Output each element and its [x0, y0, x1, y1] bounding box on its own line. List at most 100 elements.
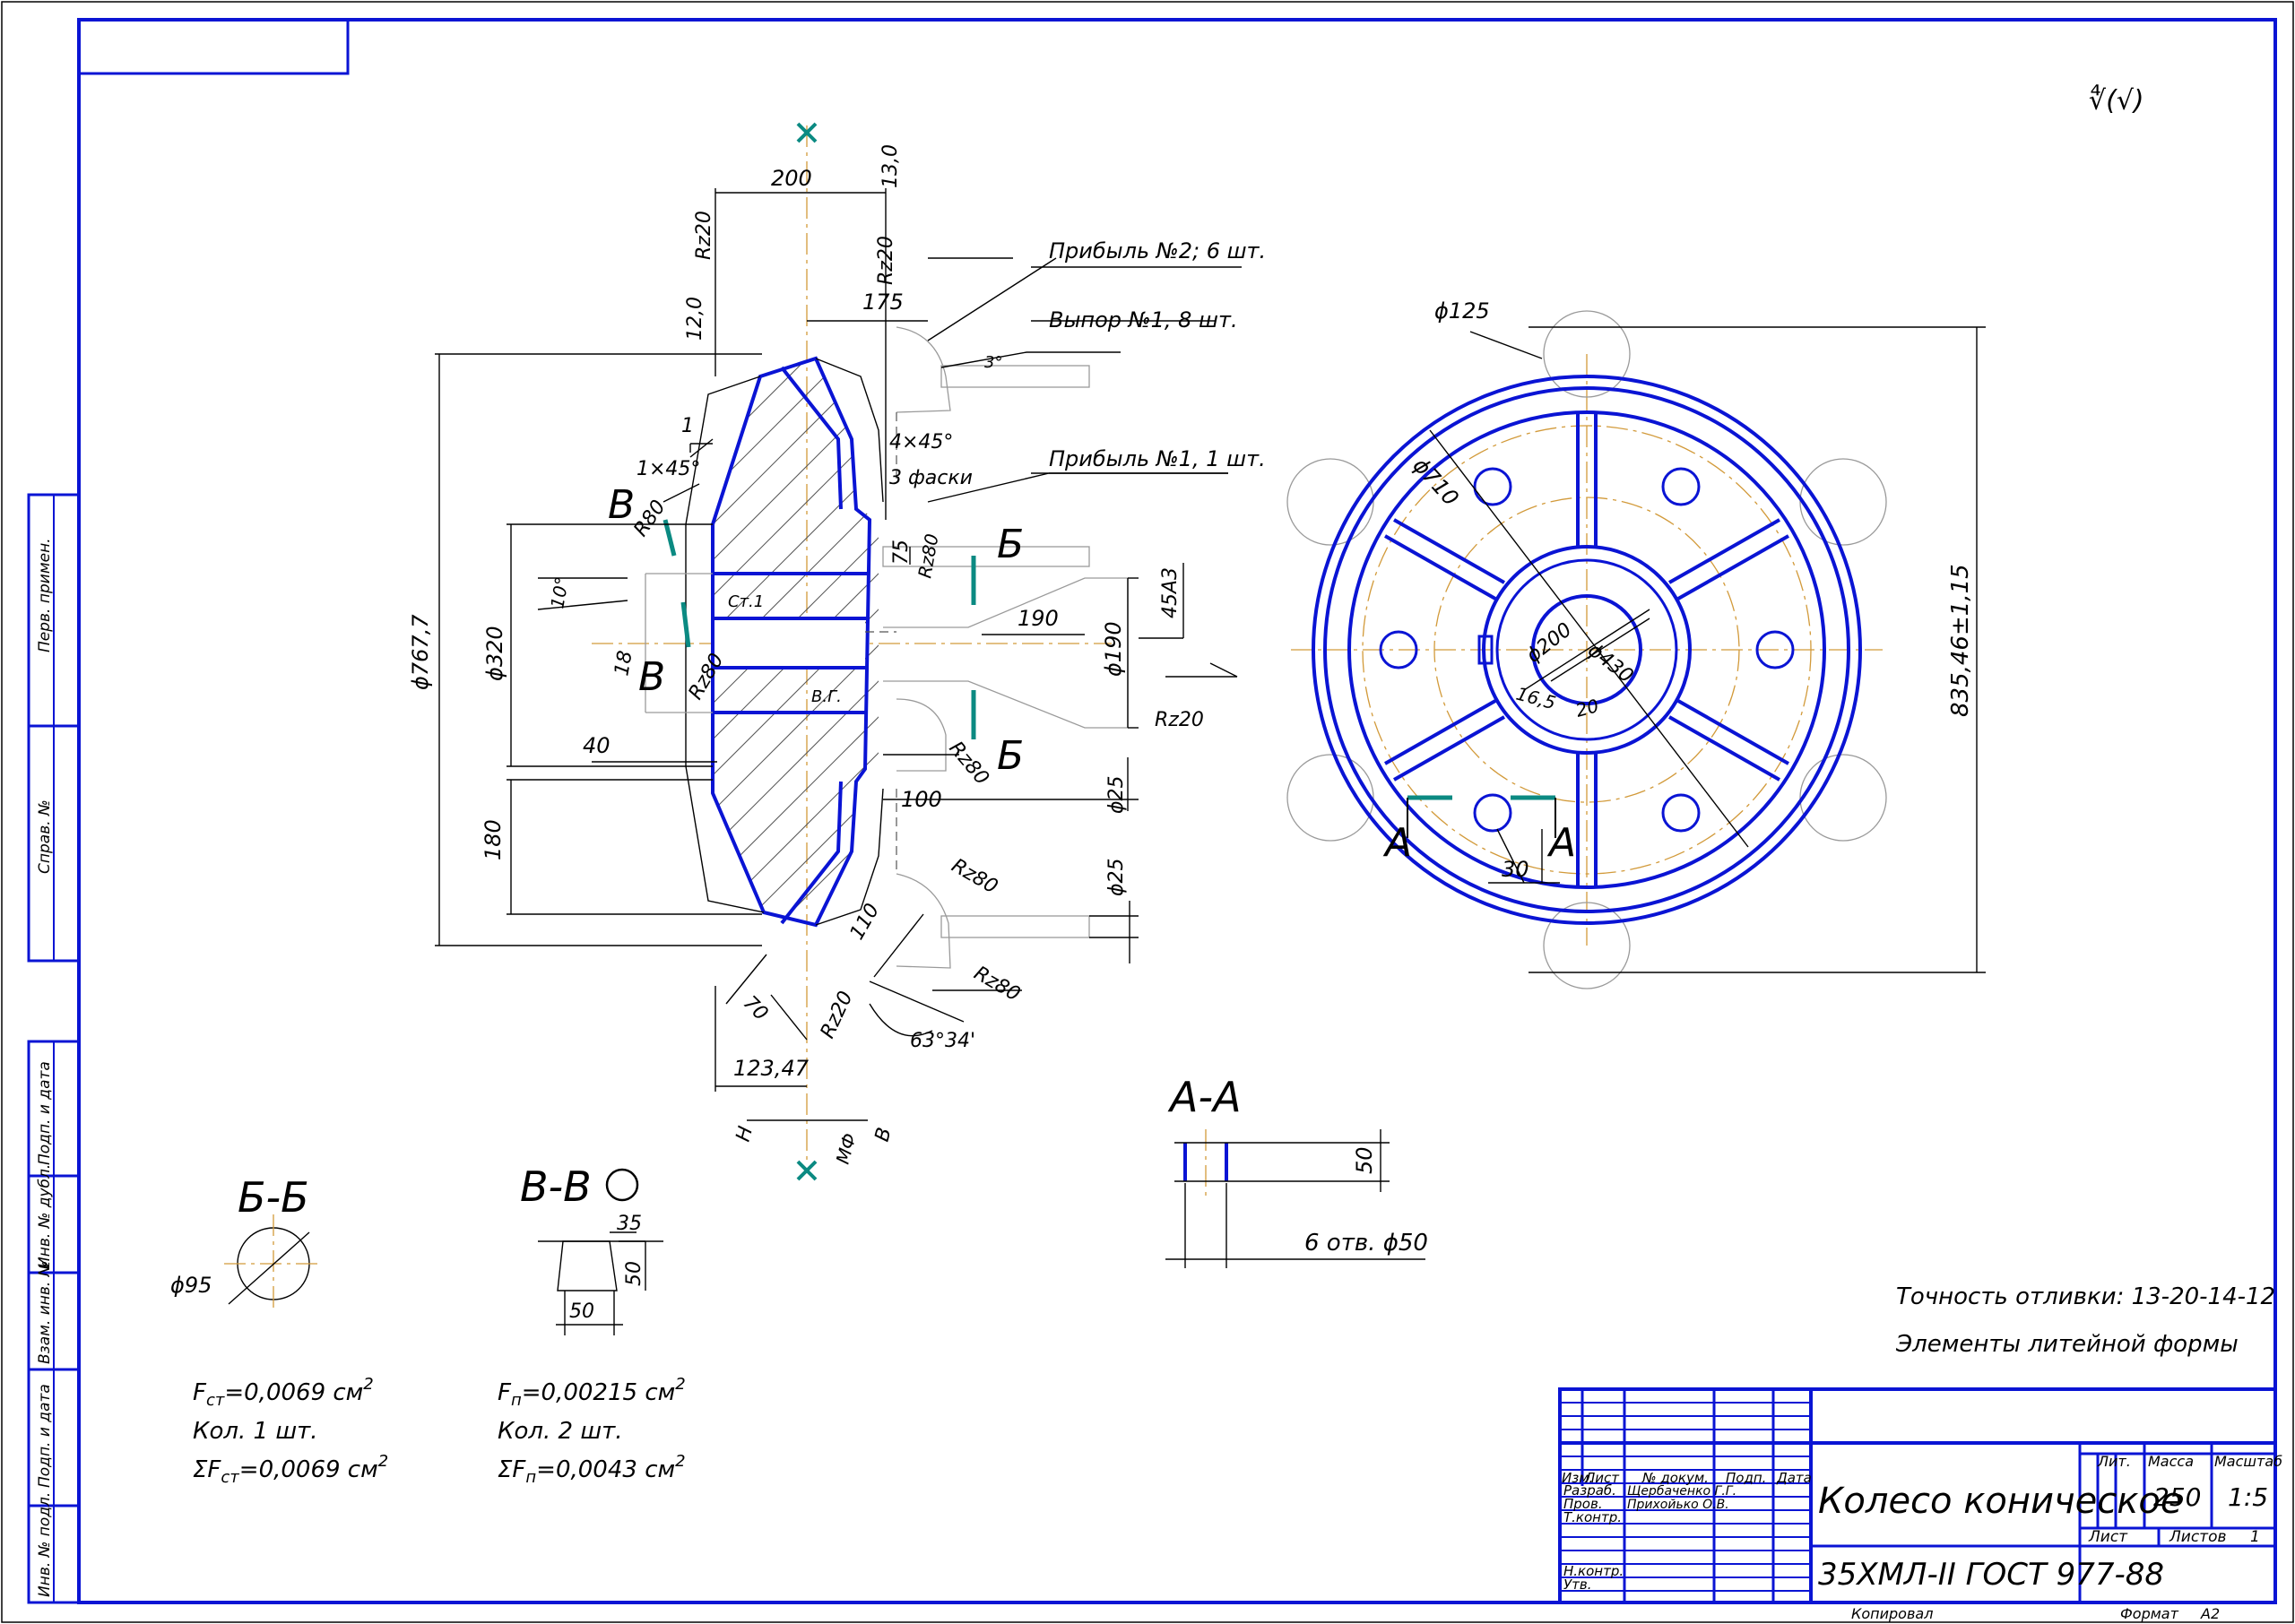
dim-rz80-left: Rz80: [685, 650, 729, 704]
dim-100: 100: [901, 787, 942, 812]
dim-overall: 835,46±1,15: [1947, 564, 1974, 717]
label-mf: МФ: [832, 1131, 861, 1167]
dim-10deg: 10°: [546, 575, 573, 610]
strip-label-7: Инв. № подл.: [36, 1492, 54, 1597]
dim-190: 190: [1018, 606, 1059, 631]
cut-letter-a-left: А: [1382, 820, 1412, 866]
dim-40: 40: [583, 733, 611, 758]
cut-letter-v-top: В: [608, 482, 635, 528]
dim-rz20-c: Rz20: [1155, 709, 1204, 731]
dim-30: 30: [1502, 857, 1529, 882]
section-view: Б Б В В 200 13,0 Rz20 Rz20 12,0 175 1 1×…: [408, 122, 1266, 1181]
dim-rz80-top: Rz80: [914, 532, 942, 580]
section-aa-holes: 6 отв. ϕ50: [1304, 1230, 1428, 1257]
casting-drawing: Перв. примен. Справ. № Подп. и дата Инв.…: [1, 1, 2294, 1623]
strip-label-3: Подп. и дата: [36, 1061, 54, 1165]
dim-dia-25-b: ϕ25: [1105, 858, 1128, 896]
dim-1: 1: [681, 415, 694, 437]
cut-letter-v-bottom: В: [638, 654, 665, 700]
section-vv-area: Fп=0,00215 см2: [498, 1375, 686, 1410]
left-strip: Перв. примен. Справ. № Подп. и дата Инв.…: [27, 493, 81, 1604]
section-vv-qty: Кол. 2 шт.: [498, 1418, 623, 1445]
tb-format-value: А2: [2200, 1605, 2220, 1622]
dim-r80: R80: [629, 497, 670, 541]
dim-chamfer-4: 4×45°: [889, 431, 953, 454]
tb-role-approved: Утв.: [1563, 1576, 1592, 1593]
section-aa: А-А 50 6 отв. ϕ50: [1165, 1073, 1428, 1268]
dim-rz80-mid: Rz80: [944, 738, 992, 790]
label-riser-1: Прибыль №1, 1 шт.: [1049, 446, 1266, 471]
dim-dia-200: ϕ200: [1522, 618, 1576, 667]
section-bb-title: Б-Б: [238, 1173, 309, 1222]
tb-lit-label: Лит.: [2097, 1453, 2131, 1470]
svg-text:Fст=0,0069 см2: Fст=0,0069 см2: [193, 1375, 374, 1410]
label-vg: В.Г.: [811, 687, 842, 706]
letter-n: Н: [732, 1124, 758, 1144]
section-vv: В-В 35 50 50 Fп=0,00215 см2 Кол. 2 шт. Σ…: [498, 1162, 686, 1487]
tb-name-checker: Прихойько О.В.: [1627, 1498, 1729, 1512]
tb-sheets-label: Листов: [2169, 1528, 2227, 1546]
dim-rz80-lower: Rz80: [948, 855, 1001, 899]
dim-rz20-d: Rz20: [817, 988, 858, 1041]
section-vv-35: 35: [617, 1213, 642, 1235]
section-vv-sum: ΣFп=0,0043 см2: [498, 1452, 686, 1487]
dim-200: 200: [771, 166, 812, 191]
dim-rz20-a: Rz20: [693, 211, 715, 260]
note-casting-accuracy: Точность отливки: 13-20-14-12: [1896, 1283, 2275, 1310]
svg-text:ΣFп=0,0043 см2: ΣFп=0,0043 см2: [498, 1452, 686, 1487]
cut-letter-b-bottom: Б: [997, 733, 1024, 779]
tb-material: 35ХМЛ-II ГОСТ 977-88: [1818, 1557, 2164, 1593]
tb-part-title: Колесо коническое: [1818, 1481, 2182, 1522]
tb-name-developer: Щербаченко Г.Г.: [1627, 1484, 1736, 1499]
strip-label-4: Инв. № дубл.: [36, 1164, 54, 1268]
title-block: Изм. Лист № докум. Подп. Дата Разраб. Ще…: [1558, 1387, 2282, 1622]
label-st1: Ст.1: [728, 592, 764, 611]
plan-view: А А ϕ125 ϕ710 ϕ200 ϕ430 16,5 20 30 835,4…: [1286, 298, 1986, 989]
dim-180: 180: [481, 819, 506, 860]
tb-copied-label: Копировал: [1851, 1605, 1933, 1622]
tb-header-date: Дата: [1776, 1470, 1812, 1486]
tb-role-tcontrol: Т.контр.: [1563, 1509, 1622, 1525]
dim-chamfer-1: 1×45°: [637, 458, 700, 480]
dim-angle-63: 63°34': [910, 1030, 975, 1052]
cut-letter-a-right: А: [1546, 820, 1576, 866]
dim-rz80-bottom: Rz80: [970, 963, 1024, 1006]
section-bb: Б-Б ϕ95 Fст=0,0069 см2 Кол. 1 шт. ΣFст=0…: [170, 1173, 388, 1487]
tb-mass-label: Масса: [2148, 1453, 2194, 1470]
strip-label-2: Справ. №: [36, 799, 54, 874]
dim-dia-125: ϕ125: [1434, 298, 1490, 324]
tb-sheet-label: Лист: [2088, 1528, 2128, 1546]
dim-dia-320: ϕ320: [482, 626, 507, 681]
section-vv-50-side: 50: [623, 1261, 645, 1286]
dim-123-47: 123,47: [733, 1056, 810, 1081]
section-bb-area: Fст=0,0069 см2: [193, 1375, 374, 1410]
svg-text:ΣFст=0,0069 см2: ΣFст=0,0069 см2: [193, 1452, 388, 1487]
dim-45a3: 45А3: [1159, 567, 1182, 618]
dim-110: 110: [846, 900, 885, 944]
section-vv-title: В-В: [520, 1162, 592, 1211]
cut-letter-b-top: Б: [997, 522, 1024, 567]
dim-175: 175: [862, 289, 904, 315]
label-riser-2: Прибыль №2; 6 шт.: [1049, 238, 1266, 263]
dim-rz20-b: Rz20: [875, 236, 897, 285]
dim-dia-25-a: ϕ25: [1105, 775, 1128, 814]
dim-chamfers-3: 3 фаски: [889, 467, 973, 489]
section-bb-dia: ϕ95: [170, 1273, 212, 1298]
dim-13: 13,0: [879, 144, 902, 188]
svg-text:Fп=0,00215 см2: Fп=0,00215 см2: [498, 1375, 686, 1410]
dim-12: 12,0: [684, 297, 706, 341]
dim-70: 70: [739, 992, 772, 1025]
section-aa-50: 50: [1352, 1146, 1377, 1174]
dim-dia-767: ϕ767,7: [408, 614, 433, 690]
roughness-mark: ∜(√): [2089, 84, 2144, 117]
dim-18: 18: [611, 649, 637, 678]
tb-sheets-value: 1: [2250, 1528, 2260, 1546]
strip-label-6: Подп. и дата: [36, 1384, 54, 1488]
tb-format-label: Формат: [2120, 1605, 2179, 1622]
dim-angle-3: 3°: [984, 353, 1002, 372]
tb-scale-label: Масштаб: [2214, 1453, 2282, 1470]
section-bb-sum: ΣFст=0,0069 см2: [193, 1452, 388, 1487]
rotated-view-icon: [605, 1168, 639, 1202]
dim-20: 20: [1573, 695, 1601, 721]
tb-mass-value: 250: [2153, 1482, 2201, 1512]
